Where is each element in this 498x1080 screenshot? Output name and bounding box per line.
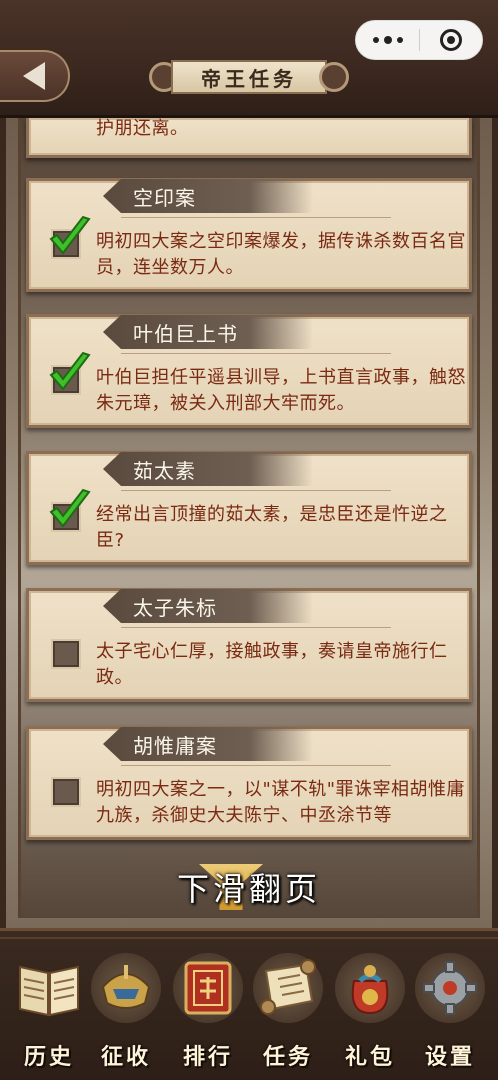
- title-plate: 帝王任务: [149, 56, 349, 98]
- ranking-plaque-icon: [173, 953, 243, 1023]
- nav-item-tasks[interactable]: 任务: [248, 953, 328, 1073]
- nav-item-history[interactable]: 历史: [9, 953, 89, 1073]
- task-desc: 叶伯巨担任平遥县训导，上书直言政事，触怒朱元璋，被关入刑部大牢而死。: [96, 367, 466, 414]
- back-arrow-icon: [23, 62, 45, 90]
- nav-label: 排行: [182, 1045, 233, 1070]
- scroll-icon: [253, 953, 323, 1023]
- nav-label: 历史: [23, 1045, 74, 1070]
- gift-bag-icon: [335, 953, 405, 1023]
- miniapp-capsule: [355, 20, 483, 60]
- gear-icon: [415, 953, 485, 1023]
- top-bar: 帝王任务: [0, 0, 498, 118]
- bottom-nav: 历史 征收 排行 任务 礼包 设置: [0, 928, 498, 1080]
- task-panel[interactable]: 护朋还离。 空印案 明初四大案之空印案爆发，据传诛杀数百名官员，连坐数万人。 叶…: [0, 118, 498, 928]
- task-title: 胡惟庸案: [103, 727, 313, 761]
- swipe-hint-label: 下滑翻页: [176, 870, 321, 908]
- nav-item-settings[interactable]: 设置: [410, 953, 490, 1073]
- more-dots-icon: [372, 37, 379, 43]
- task-checkbox-checked[interactable]: [49, 488, 91, 532]
- task-card[interactable]: 茹太素 经常出言顶撞的茹太素，是忠臣还是忤逆之臣?: [26, 451, 472, 565]
- task-card[interactable]: 叶伯巨上书 叶伯巨担任平遥县训导，上书直言政事，触怒朱元璋，被关入刑部大牢而死。: [26, 314, 472, 428]
- task-title: 空印案: [103, 179, 313, 213]
- task-card-partial: 护朋还离。: [26, 118, 472, 158]
- close-miniapp-button[interactable]: [420, 21, 482, 59]
- checkmark-icon: [49, 488, 91, 528]
- checkmark-icon: [49, 351, 91, 391]
- task-desc: 明初四大案之空印案爆发，据传诛杀数百名官员，连坐数万人。: [96, 231, 466, 278]
- task-card[interactable]: 胡惟庸案 明初四大案之一，以"谋不轨"罪诛宰相胡惟庸九族，杀御史大夫陈宁、中丞涂…: [26, 726, 472, 840]
- target-circle-icon: [439, 29, 462, 51]
- back-button[interactable]: [0, 50, 70, 102]
- task-checkbox-checked[interactable]: [49, 215, 91, 259]
- task-checkbox-checked[interactable]: [49, 351, 91, 395]
- nav-item-ranking[interactable]: 排行: [168, 953, 248, 1073]
- task-checkbox-unchecked[interactable]: [51, 777, 81, 807]
- task-card[interactable]: 空印案 明初四大案之空印案爆发，据传诛杀数百名官员，连坐数万人。: [26, 178, 472, 292]
- nav-item-gift[interactable]: 礼包: [330, 953, 410, 1073]
- more-button[interactable]: [356, 21, 419, 59]
- task-desc: 经常出言顶撞的茹太素，是忠臣还是忤逆之臣?: [96, 504, 448, 551]
- task-checkbox-unchecked[interactable]: [51, 639, 81, 669]
- nav-label: 任务: [262, 1045, 313, 1070]
- swipe-hint[interactable]: 下滑翻页: [0, 860, 498, 914]
- nav-item-collect[interactable]: 征收: [86, 953, 166, 1073]
- nav-label: 征收: [100, 1045, 151, 1070]
- task-title: 太子朱标: [103, 589, 313, 623]
- helmet-icon: [91, 953, 161, 1023]
- nav-label: 设置: [424, 1045, 475, 1070]
- page-title: 帝王任务: [171, 60, 327, 94]
- task-title: 叶伯巨上书: [103, 315, 313, 349]
- nav-label: 礼包: [344, 1045, 395, 1070]
- task-desc: 太子宅心仁厚，接触政事，奏请皇帝施行仁政。: [96, 641, 448, 688]
- task-desc: 明初四大案之一，以"谋不轨"罪诛宰相胡惟庸九族，杀御史大夫陈宁、中丞涂节等: [96, 779, 466, 826]
- task-title: 茹太素: [103, 452, 313, 486]
- task-card[interactable]: 太子朱标 太子宅心仁厚，接触政事，奏请皇帝施行仁政。: [26, 588, 472, 702]
- book-icon: [14, 953, 84, 1023]
- checkmark-icon: [49, 215, 91, 255]
- task-desc: 护朋还离。: [96, 118, 189, 139]
- scroll-ornament-icon: [319, 62, 349, 92]
